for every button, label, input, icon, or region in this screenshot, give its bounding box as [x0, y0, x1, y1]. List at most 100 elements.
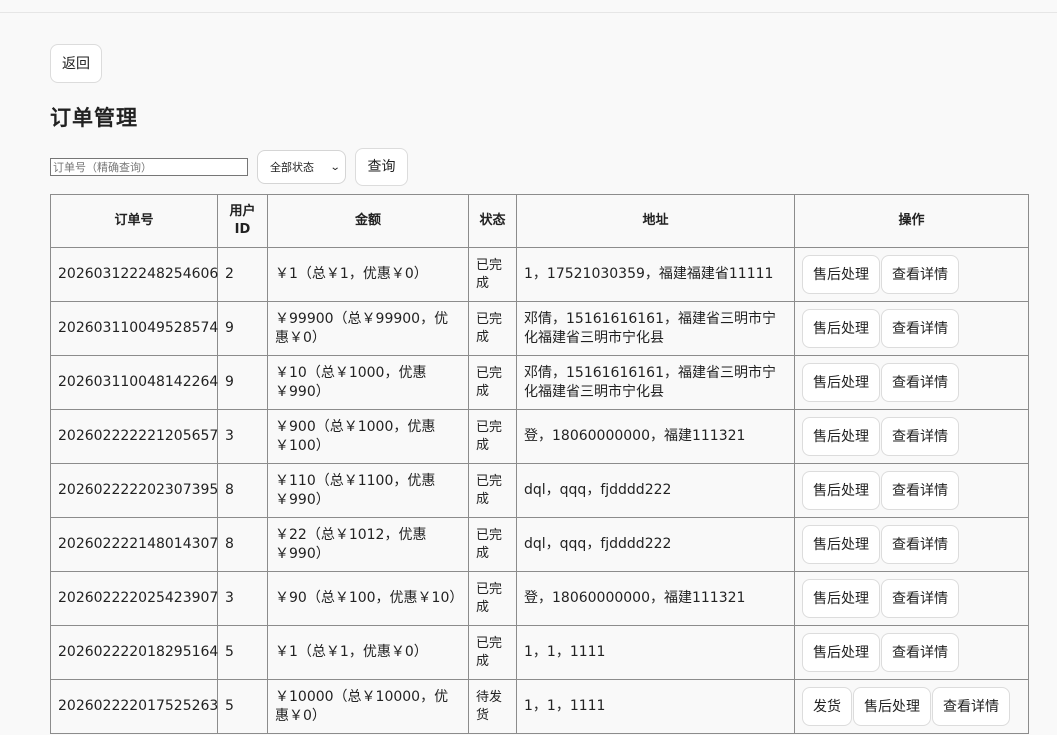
header-amount: 金额: [267, 194, 469, 248]
filter-bar: 全部状态 ⌄ 查询: [50, 148, 408, 186]
view-details-button[interactable]: 查看详情: [881, 579, 959, 618]
after-sales-button[interactable]: 售后处理: [802, 471, 880, 510]
address-cell: 登，18060000000，福建111321: [516, 409, 795, 464]
view-details-button[interactable]: 查看详情: [881, 309, 959, 348]
after-sales-button[interactable]: 售后处理: [802, 363, 880, 402]
order-id-cell: 202603110049528574: [50, 301, 218, 356]
after-sales-button[interactable]: 售后处理: [802, 255, 880, 294]
user-id-cell: 5: [217, 679, 268, 734]
order-id-cell: 202602222202307395: [50, 463, 218, 518]
address-cell: 邓倩，15161616161，福建省三明市宁化福建省三明市宁化县: [516, 355, 795, 410]
after-sales-button[interactable]: 售后处理: [802, 309, 880, 348]
table-row: 202602222202307395 8 ￥110（总￥1100，优惠￥990） 已完…: [50, 463, 1029, 518]
header-status: 状态: [468, 194, 517, 248]
table-row: 202603110049528574 9 ￥99900（总￥99900，优惠￥0）已…: [50, 301, 1029, 356]
user-id-cell: 9: [217, 301, 268, 356]
table-header-row: 订单号 用户ID 金额 状态 地址 操作: [50, 194, 1029, 248]
header-order-id: 订单号: [50, 194, 218, 248]
header-address: 地址: [516, 194, 795, 248]
amount-cell: ￥1（总￥1，优惠￥0）: [267, 625, 469, 680]
view-details-button[interactable]: 查看详情: [881, 363, 959, 402]
address-cell: dql，qqq，fjdddd222: [516, 517, 795, 572]
table-row: 202602222017525263 5 ￥10000（总￥10000，优惠￥0）待…: [50, 679, 1029, 734]
actions-cell: 售后处理 查看详情: [794, 247, 1029, 302]
user-id-cell: 8: [217, 517, 268, 572]
table-row: 202602222025423907 3 ￥90（总￥100，优惠￥10） 已完成 登，…: [50, 571, 1029, 626]
page-title: 订单管理: [50, 106, 138, 130]
user-id-cell: 8: [217, 463, 268, 518]
chevron-down-icon: ⌄: [329, 161, 341, 173]
header-actions: 操作: [794, 194, 1029, 248]
actions-cell: 售后处理 查看详情: [794, 463, 1029, 518]
user-id-cell: 5: [217, 625, 268, 680]
view-details-button[interactable]: 查看详情: [881, 471, 959, 510]
status-cell: 已完成: [468, 409, 517, 464]
order-id-cell: 202602222221205657: [50, 409, 218, 464]
ship-button[interactable]: 发货: [802, 687, 852, 726]
address-cell: 1，1，1111: [516, 625, 795, 680]
order-id-cell: 202602222018295164: [50, 625, 218, 680]
after-sales-button[interactable]: 售后处理: [853, 687, 931, 726]
address-cell: 1，1，1111: [516, 679, 795, 734]
status-cell: 已完成: [468, 463, 517, 518]
order-id-cell: 202602222017525263: [50, 679, 218, 734]
order-id-cell: 202603122248254606: [50, 247, 218, 302]
after-sales-button[interactable]: 售后处理: [802, 525, 880, 564]
after-sales-button[interactable]: 售后处理: [802, 579, 880, 618]
user-id-cell: 9: [217, 355, 268, 410]
after-sales-button[interactable]: 售后处理: [802, 417, 880, 456]
status-select[interactable]: 全部状态 ⌄: [257, 150, 346, 184]
status-cell: 已完成: [468, 625, 517, 680]
amount-cell: ￥900（总￥1000，优惠￥100）: [267, 409, 469, 464]
amount-cell: ￥10（总￥1000，优惠￥990）: [267, 355, 469, 410]
view-details-button[interactable]: 查看详情: [881, 633, 959, 672]
header-user-id: 用户ID: [217, 194, 268, 248]
order-management-page: 返回 订单管理 全部状态 ⌄ 查询 订单号 用户ID 金额 状态 地址 操作 2…: [50, 44, 1030, 734]
address-cell: 邓倩，15161616161，福建省三明市宁化福建省三明市宁化县: [516, 301, 795, 356]
table-row: 202602222018295164 5 ￥1（总￥1，优惠￥0） 已完成 1，1，11…: [50, 625, 1029, 680]
status-cell: 已完成: [468, 517, 517, 572]
status-cell: 已完成: [468, 247, 517, 302]
view-details-button[interactable]: 查看详情: [881, 255, 959, 294]
address-cell: 1，17521030359，福建福建省11111: [516, 247, 795, 302]
actions-cell: 售后处理 查看详情: [794, 625, 1029, 680]
back-button[interactable]: 返回: [50, 44, 102, 83]
order-id-cell: 202602222025423907: [50, 571, 218, 626]
actions-cell: 发货 售后处理 查看详情: [794, 679, 1029, 734]
view-details-button[interactable]: 查看详情: [881, 525, 959, 564]
amount-cell: ￥1（总￥1，优惠￥0）: [267, 247, 469, 302]
address-cell: 登，18060000000，福建111321: [516, 571, 795, 626]
user-id-cell: 3: [217, 571, 268, 626]
view-details-button[interactable]: 查看详情: [932, 687, 1010, 726]
status-cell: 已完成: [468, 571, 517, 626]
amount-cell: ￥110（总￥1100，优惠￥990）: [267, 463, 469, 518]
query-button[interactable]: 查询: [355, 148, 408, 186]
status-cell: 待发货: [468, 679, 517, 734]
actions-cell: 售后处理 查看详情: [794, 409, 1029, 464]
view-details-button[interactable]: 查看详情: [881, 417, 959, 456]
user-id-cell: 2: [217, 247, 268, 302]
order-number-input[interactable]: [50, 158, 248, 176]
table-row: 202602222221205657 3 ￥900（总￥1000，优惠￥100） 已完…: [50, 409, 1029, 464]
orders-table: 订单号 用户ID 金额 状态 地址 操作 202603122248254606 2…: [50, 194, 1029, 734]
actions-cell: 售后处理 查看详情: [794, 571, 1029, 626]
status-cell: 已完成: [468, 355, 517, 410]
after-sales-button[interactable]: 售后处理: [802, 633, 880, 672]
top-divider: [0, 12, 1057, 13]
amount-cell: ￥90（总￥100，优惠￥10）: [267, 571, 469, 626]
amount-cell: ￥22（总￥1012，优惠￥990）: [267, 517, 469, 572]
amount-cell: ￥99900（总￥99900，优惠￥0）: [267, 301, 469, 356]
order-id-cell: 202602222148014307: [50, 517, 218, 572]
table-row: 202602222148014307 8 ￥22（总￥1012，优惠￥990） 已完成…: [50, 517, 1029, 572]
user-id-cell: 3: [217, 409, 268, 464]
status-select-value: 全部状态: [270, 161, 314, 174]
table-row: 202603122248254606 2 ￥1（总￥1，优惠￥0） 已完成 1，1752…: [50, 247, 1029, 302]
actions-cell: 售后处理 查看详情: [794, 301, 1029, 356]
amount-cell: ￥10000（总￥10000，优惠￥0）: [267, 679, 469, 734]
actions-cell: 售后处理 查看详情: [794, 517, 1029, 572]
address-cell: dql，qqq，fjdddd222: [516, 463, 795, 518]
orders-table-body: 202603122248254606 2 ￥1（总￥1，优惠￥0） 已完成 1，1752…: [50, 247, 1029, 734]
actions-cell: 售后处理 查看详情: [794, 355, 1029, 410]
status-cell: 已完成: [468, 301, 517, 356]
order-id-cell: 202603110048142264: [50, 355, 218, 410]
